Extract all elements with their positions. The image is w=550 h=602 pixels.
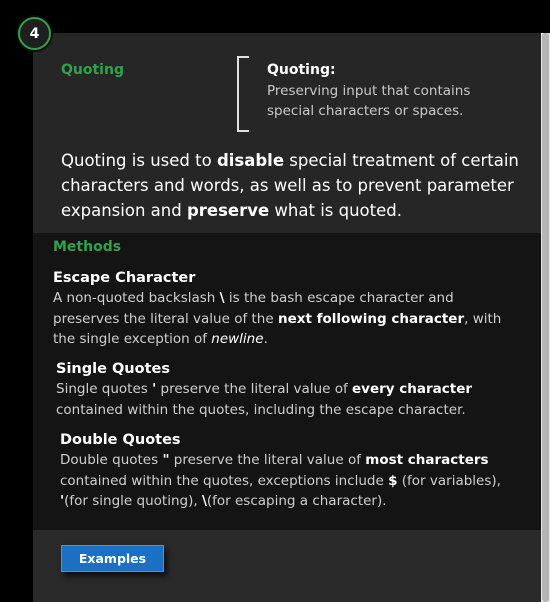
method-title: Escape Character [53, 270, 196, 286]
vertical-scrollbar[interactable] [541, 33, 550, 602]
step-number-badge: 4 [18, 17, 51, 50]
bracket-decoration [237, 56, 249, 132]
examples-button[interactable]: Examples [61, 545, 164, 572]
method-title: Double Quotes [60, 432, 181, 448]
definition-title: Quoting: [267, 62, 336, 78]
method-description: Double quotes " preserve the literal val… [60, 452, 501, 509]
method-description: A non-quoted backslash \ is the bash esc… [53, 290, 502, 347]
methods-section: Methods Escape Character A non-quoted ba… [33, 233, 541, 530]
quoting-header-section: Quoting Quoting: Preserving input that c… [33, 33, 541, 233]
method-double-quotes: Double Quotes Double quotes " preserve t… [60, 430, 530, 512]
methods-label: Methods [53, 239, 122, 255]
method-description: Single quotes ' preserve the literal val… [56, 381, 473, 418]
definition-body: Preserving input that contains special c… [267, 83, 471, 119]
method-title: Single Quotes [56, 361, 170, 377]
content-panel: Quoting Quoting: Preserving input that c… [33, 33, 541, 602]
scrollbar-thumb[interactable] [542, 33, 549, 602]
intro-paragraph: Quoting is used to disable special treat… [61, 151, 519, 220]
section-label: Quoting [61, 62, 124, 78]
method-single-quotes: Single Quotes Single quotes ' preserve t… [56, 359, 526, 420]
method-escape-character: Escape Character A non-quoted backslash … [53, 268, 523, 350]
